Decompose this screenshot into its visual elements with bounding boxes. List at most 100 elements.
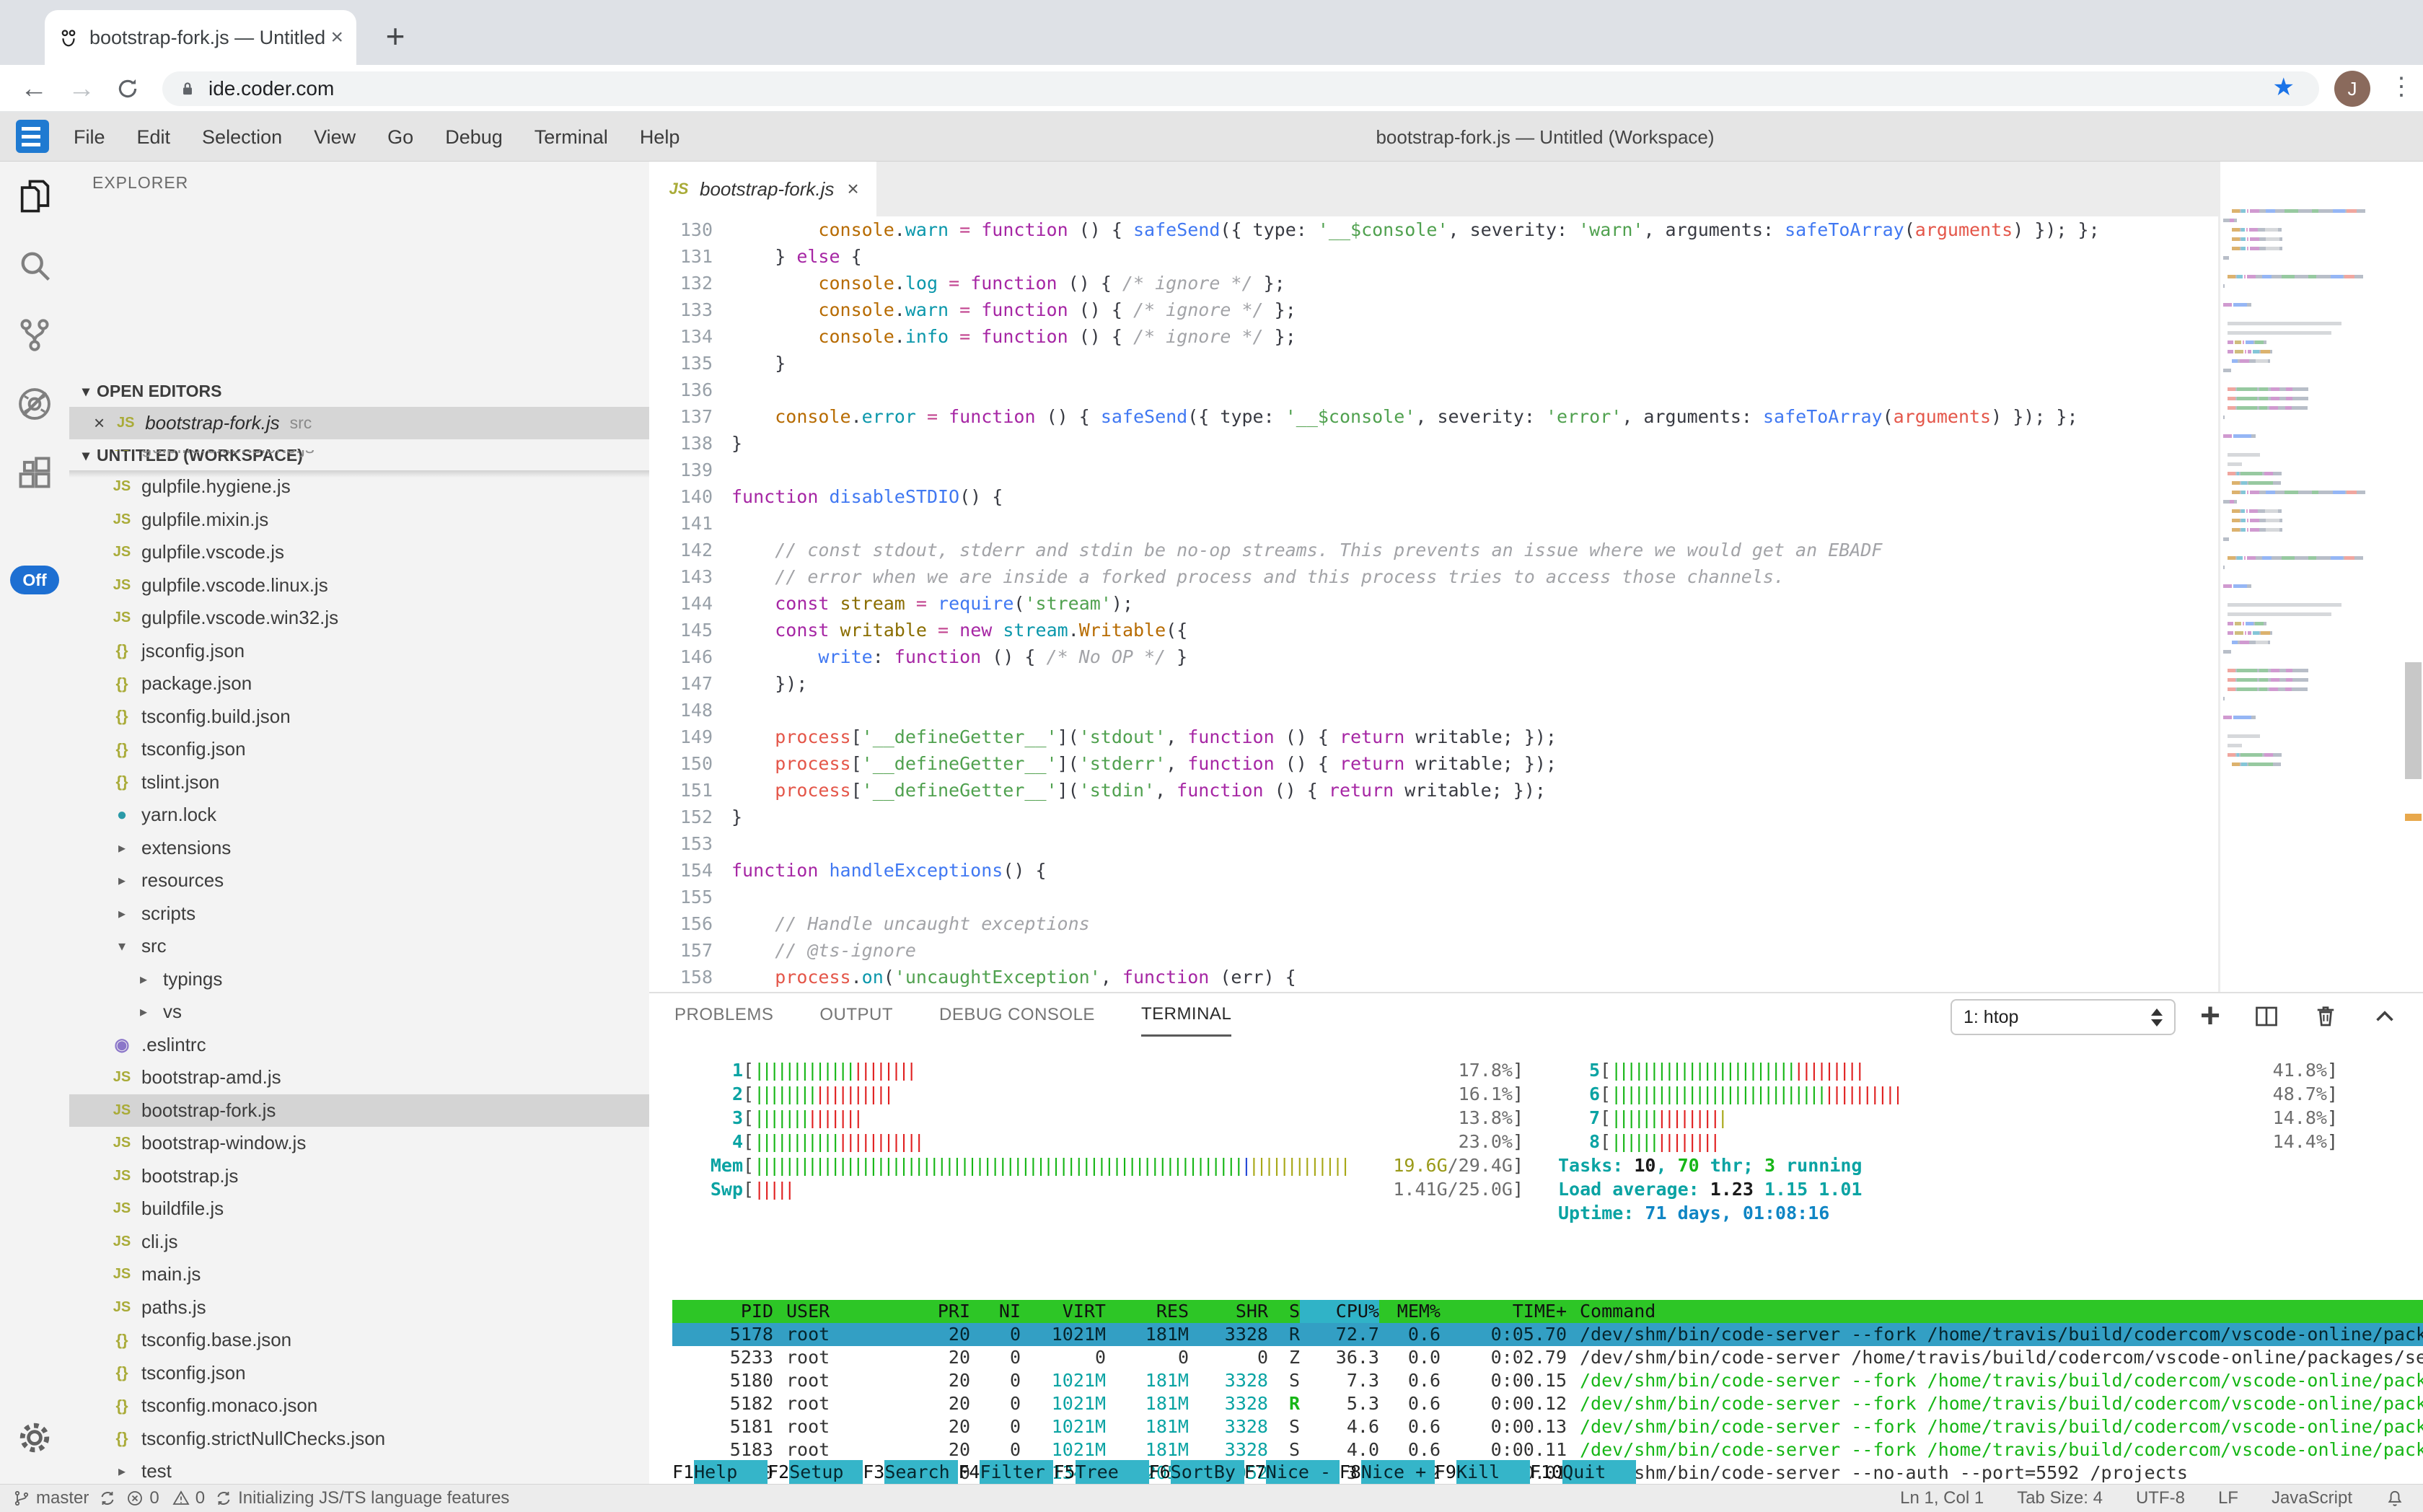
minimap[interactable]	[2220, 162, 2404, 992]
tree-item[interactable]: JSgulpfile.vscode.js	[69, 536, 649, 569]
editor-tab-close-icon[interactable]: ×	[847, 177, 858, 201]
tree-item[interactable]: ▸resources	[69, 864, 649, 897]
search-icon[interactable]	[0, 231, 69, 300]
back-button[interactable]: ←	[16, 71, 52, 107]
bookmark-star-icon[interactable]: ★	[2273, 73, 2295, 102]
open-editors-section[interactable]: ▾ OPEN EDITORS	[69, 375, 649, 407]
menu-item-terminal[interactable]: Terminal	[519, 126, 624, 149]
tree-item[interactable]: JSmain.js	[69, 1258, 649, 1291]
menu-item-edit[interactable]: Edit	[121, 126, 187, 149]
bell-slot[interactable]	[2385, 1489, 2404, 1508]
column-header-pri[interactable]: PRI	[902, 1300, 970, 1323]
menu-item-help[interactable]: Help	[624, 126, 696, 149]
menu-item-go[interactable]: Go	[371, 126, 429, 149]
new-tab-button[interactable]: +	[375, 16, 415, 56]
tree-item[interactable]: {}tsconfig.monaco.json	[69, 1389, 649, 1423]
process-row[interactable]: 5180root2001021M181M3328S7.30.60:00.15/d…	[672, 1369, 2423, 1392]
process-row[interactable]: 5182root2001021M181M3328R5.30.60:00.12/d…	[672, 1392, 2423, 1415]
scrollbar-thumb[interactable]	[2405, 662, 2422, 779]
tree-item[interactable]: {}tsconfig.json	[69, 1357, 649, 1390]
tree-item[interactable]: ◉.eslintrc	[69, 1029, 649, 1062]
fkey-f5[interactable]: F5Tree	[1053, 1460, 1148, 1484]
tree-item[interactable]: JSbootstrap-fork.js	[69, 1094, 649, 1128]
status-ln-1-col-1[interactable]: Ln 1, Col 1	[1900, 1488, 1984, 1508]
tree-item[interactable]: ▾src	[69, 930, 649, 963]
tree-item[interactable]: JScli.js	[69, 1226, 649, 1259]
fkey-f7[interactable]: F7Nice -	[1244, 1460, 1340, 1484]
panel-tab-terminal[interactable]: TERMINAL	[1141, 993, 1231, 1037]
tree-item[interactable]: {}tsconfig.strictNullChecks.json	[69, 1423, 649, 1456]
split-terminal-icon[interactable]	[2253, 1003, 2279, 1029]
status-utf-8[interactable]: UTF-8	[2136, 1488, 2185, 1508]
htop-table-header[interactable]: PIDUSERPRINIVIRTRESSHRSCPU%MEM%TIME+Comm…	[672, 1300, 2423, 1323]
process-row[interactable]: 5178root2001021M181M3328R72.70.60:05.70/…	[672, 1323, 2423, 1346]
fkey-f1[interactable]: F1Help	[672, 1460, 768, 1484]
tree-item[interactable]: ▸vs	[69, 995, 649, 1029]
sync-button[interactable]	[99, 1490, 116, 1507]
status-javascript[interactable]: JavaScript	[2272, 1488, 2352, 1508]
fkey-f8[interactable]: F8Nice +	[1340, 1460, 1435, 1484]
tree-item[interactable]: ▸test	[69, 1455, 649, 1484]
process-row[interactable]: 5233root200000Z36.30.00:02.79/dev/shm/bi…	[672, 1346, 2423, 1369]
off-toggle-badge[interactable]: Off	[10, 566, 59, 594]
status-tab-size-4[interactable]: Tab Size: 4	[2017, 1488, 2103, 1508]
menu-item-file[interactable]: File	[58, 126, 121, 149]
forward-button[interactable]: →	[63, 71, 100, 107]
column-header-pid[interactable]: PID	[672, 1300, 773, 1323]
fkey-f2[interactable]: F2Setup	[768, 1460, 863, 1484]
kill-terminal-icon[interactable]	[2313, 1003, 2339, 1029]
menu-item-selection[interactable]: Selection	[186, 126, 298, 149]
tree-item[interactable]: JSgulpfile.vscode.win32.js	[69, 602, 649, 635]
column-header-cpu[interactable]: CPU%	[1300, 1300, 1379, 1323]
process-row[interactable]: 5183root2001021M181M3328S4.00.60:00.11/d…	[672, 1438, 2423, 1462]
process-row[interactable]: 5181root2001021M181M3328S4.60.60:00.13/d…	[672, 1415, 2423, 1438]
column-header-virt[interactable]: VIRT	[1021, 1300, 1106, 1323]
status-lf[interactable]: LF	[2218, 1488, 2238, 1508]
fkey-f10[interactable]: F10Quit	[1530, 1460, 1636, 1484]
problems-indicator[interactable]: 0 0	[126, 1488, 205, 1508]
source-control-icon[interactable]	[0, 300, 69, 369]
column-header-command[interactable]: Command	[1567, 1300, 2423, 1323]
tree-item[interactable]: {}package.json	[69, 667, 649, 700]
menu-item-debug[interactable]: Debug	[429, 126, 519, 149]
maximize-panel-icon[interactable]	[2372, 1003, 2398, 1029]
tree-item[interactable]: {}jsconfig.json	[69, 635, 649, 668]
fkey-f4[interactable]: F4Filter	[958, 1460, 1053, 1484]
panel-tab-problems[interactable]: PROBLEMS	[674, 993, 773, 1037]
url-bar[interactable]: ide.coder.com ★	[162, 71, 2319, 106]
column-header-s[interactable]: S	[1268, 1300, 1300, 1323]
browser-tab-close-icon[interactable]: ×	[330, 25, 343, 50]
tree-item[interactable]: ●yarn.lock	[69, 799, 649, 832]
open-editor-item[interactable]: × JS bootstrap-fork.js src	[69, 407, 649, 439]
tree-item[interactable]: JSbuildfile.js	[69, 1192, 649, 1226]
fkey-f9[interactable]: F9Kill	[1435, 1460, 1530, 1484]
close-icon[interactable]: ×	[94, 412, 105, 434]
browser-menu-icon[interactable]: ⋮	[2389, 72, 2414, 101]
tree-item[interactable]: ▸scripts	[69, 897, 649, 931]
new-terminal-icon[interactable]: +	[2200, 999, 2220, 1034]
tree-item[interactable]: JSbootstrap-window.js	[69, 1127, 649, 1160]
fkey-f6[interactable]: F6SortBy	[1149, 1460, 1244, 1484]
settings-gear-icon[interactable]	[0, 1420, 69, 1455]
tree-item[interactable]: ▸extensions	[69, 832, 649, 865]
column-header-shr[interactable]: SHR	[1189, 1300, 1268, 1323]
explorer-icon[interactable]	[0, 162, 69, 231]
editor-tab[interactable]: JS bootstrap-fork.js ×	[649, 162, 876, 216]
code-editor[interactable]: 130 console.warn = function () { safeSen…	[649, 216, 2218, 992]
tree-item[interactable]: JSgulpfile.extensions.js	[69, 450, 649, 464]
tree-item[interactable]: {}tslint.json	[69, 766, 649, 799]
browser-tab[interactable]: bootstrap-fork.js — Untitled (W ×	[45, 10, 356, 65]
reload-button[interactable]	[110, 71, 146, 107]
extensions-icon[interactable]	[0, 439, 69, 508]
terminal-select[interactable]: 1: htop	[1951, 999, 2176, 1035]
column-header-ni[interactable]: NI	[970, 1300, 1021, 1323]
browser-avatar[interactable]: J	[2334, 71, 2370, 107]
language-status[interactable]: Initializing JS/TS language features	[215, 1488, 509, 1508]
tree-item[interactable]: {}tsconfig.json	[69, 733, 649, 766]
column-header-time[interactable]: TIME+	[1441, 1300, 1567, 1323]
column-header-res[interactable]: RES	[1106, 1300, 1189, 1323]
tree-item[interactable]: JSpaths.js	[69, 1291, 649, 1324]
panel-tab-output[interactable]: OUTPUT	[819, 993, 893, 1037]
column-header-mem[interactable]: MEM%	[1379, 1300, 1441, 1323]
tree-item[interactable]: {}tsconfig.base.json	[69, 1324, 649, 1357]
